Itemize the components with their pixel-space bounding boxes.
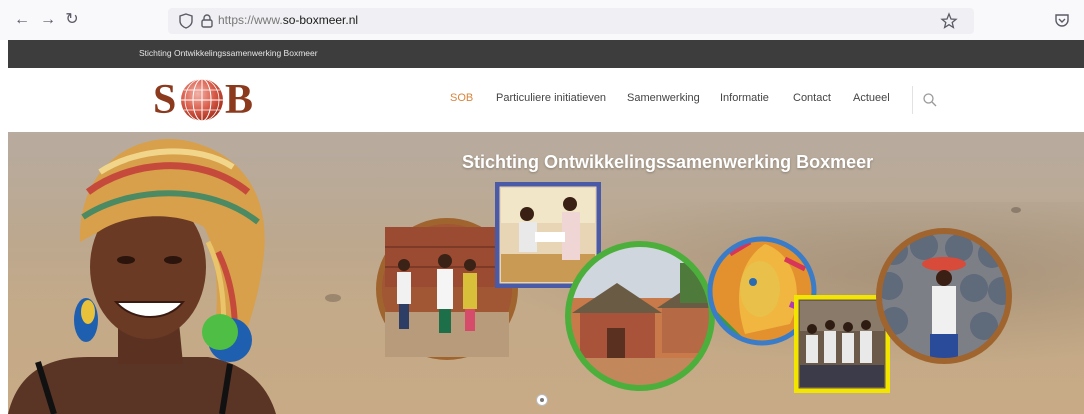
lock-icon[interactable]	[198, 12, 216, 30]
nav-item-contact[interactable]: Contact	[793, 92, 831, 104]
hero-woman-image	[8, 138, 276, 414]
address-bar[interactable]: https://www.so-boxmeer.nl	[168, 8, 974, 34]
search-icon[interactable]	[922, 92, 938, 108]
nav-item-informatie[interactable]: Informatie	[720, 92, 769, 104]
menu-icon[interactable]: ⋮	[1078, 12, 1084, 29]
url-text: https://www.so-boxmeer.nl	[218, 13, 358, 27]
site-logo[interactable]: S B	[153, 73, 263, 127]
nav-item-actueel[interactable]: Actueel	[853, 92, 890, 104]
logo-letter-s: S	[153, 77, 177, 123]
globe-icon	[181, 78, 223, 122]
nav-item-sob[interactable]: SOB	[450, 92, 473, 104]
slider-dot[interactable]	[536, 394, 548, 406]
pocket-icon[interactable]	[1053, 11, 1071, 29]
nav-item-samenwerking[interactable]: Samenwerking	[627, 92, 700, 104]
url-domain: so-boxmeer.nl	[282, 13, 359, 27]
browser-toolbar: ← → ↻ https://www.so-boxmeer.nl ⋮	[0, 0, 1084, 40]
reload-icon[interactable]: ↻	[62, 10, 82, 30]
shield-icon[interactable]	[177, 12, 195, 30]
photo-woman-basket[interactable]	[874, 226, 1014, 366]
nav-item-particuliere-initiatieven[interactable]: Particuliere initiatieven	[496, 92, 606, 104]
nav-divider	[912, 86, 913, 114]
back-icon[interactable]: ←	[12, 10, 32, 30]
forward-icon[interactable]: →	[38, 10, 58, 30]
top-strip: Stichting Ontwikkelingssamenwerking Boxm…	[8, 40, 1084, 68]
hero-title: Stichting Ontwikkelingssamenwerking Boxm…	[462, 152, 874, 172]
photo-village-buildings[interactable]	[562, 238, 718, 394]
top-strip-text: Stichting Ontwikkelingssamenwerking Boxm…	[139, 48, 318, 58]
site-header: S B SOB Particuliere initiatieven Samenw…	[8, 68, 1084, 132]
logo-letter-b: B	[225, 77, 254, 123]
star-icon[interactable]	[940, 12, 958, 30]
url-prefix: https://www.	[218, 13, 283, 27]
hero-slider[interactable]: Stichting Ontwikkelingssamenwerking Boxm…	[8, 132, 1084, 414]
